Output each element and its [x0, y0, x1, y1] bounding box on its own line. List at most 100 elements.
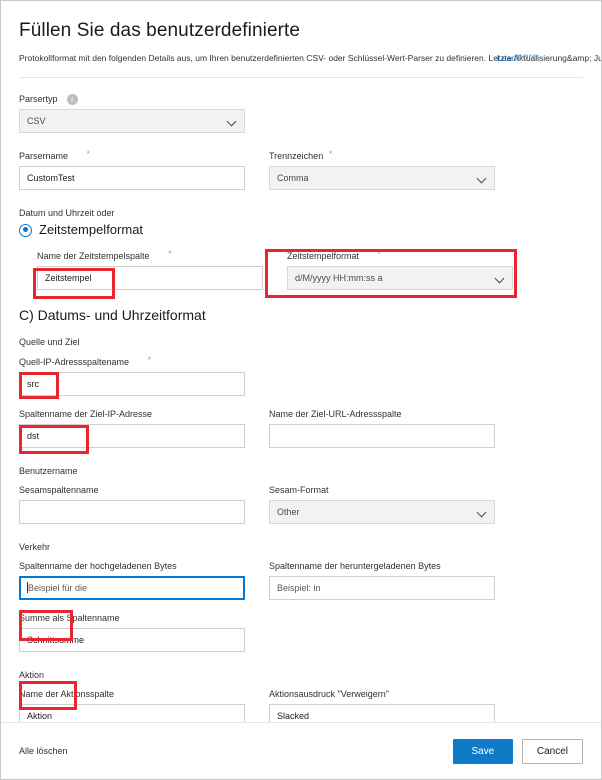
field-group-action-expression: Aktionsausdruck "Verweigern" Slacked: [269, 687, 495, 722]
label-parser-name: Parsername *: [19, 149, 245, 163]
parser-type-select[interactable]: CSV: [19, 109, 245, 133]
label-sesame-column: Sesamspaltenname: [19, 485, 99, 495]
sesame-format-value: Other: [277, 507, 300, 517]
panel: Füllen Sie das benutzerdefinierte Protok…: [1, 1, 601, 779]
spacer-col: [269, 611, 495, 652]
sum-column-value: Schnittsumme: [27, 635, 85, 645]
chevron-down-icon: [228, 117, 237, 126]
label-traffic-group: Verkehr: [19, 542, 51, 552]
field-group-timestamp-format: Zeitstempelformat * d/M/yyyy HH:mm:ss a: [287, 249, 513, 290]
field-group-dest-url: Name der Ziel-URL-Adressspalte: [269, 407, 495, 448]
spacer-col: [269, 92, 495, 133]
row-source-ip: Quell-IP-Adressspaltename * src: [19, 355, 583, 396]
field-group-source-ip: Quell-IP-Adressspaltename * src: [19, 355, 245, 396]
row-dest: Spaltenname der Ziel-IP-Adresse dst Name…: [19, 407, 583, 448]
timestamp-column-input[interactable]: Zeitstempel: [37, 266, 263, 290]
panel-body: Füllen Sie das benutzerdefinierte Protok…: [1, 1, 601, 722]
delimiter-value: Comma: [277, 173, 309, 183]
required-asterisk: *: [328, 149, 333, 159]
info-icon[interactable]: i: [66, 93, 78, 105]
save-button[interactable]: Save: [452, 738, 513, 764]
uploaded-bytes-input[interactable]: Beispiel für die: [19, 576, 245, 600]
label-action-column: Name der Aktionsspalte: [19, 689, 115, 699]
section-c-title: C) Datums- und Uhrzeitformat: [19, 307, 206, 323]
dest-ip-input[interactable]: dst: [19, 424, 245, 448]
chevron-down-icon: [496, 274, 505, 283]
downloaded-bytes-input[interactable]: Beispiel: in: [269, 576, 495, 600]
label-dest-ip: Spaltenname der Ziel-IP-Adresse: [19, 409, 153, 419]
action-expression-input[interactable]: Slacked: [269, 704, 495, 722]
label-action-expression: Aktionsausdruck "Verweigern": [269, 689, 389, 699]
label-uploaded-bytes: Spaltenname der hochgeladenen Bytes: [19, 561, 177, 571]
form: Parsertyp i CSV Parsername * CustomTest …: [19, 78, 583, 722]
label-downloaded-bytes: Spaltenname der heruntergeladenen Bytes: [269, 561, 441, 571]
label-sesame-format: Sesam-Format: [269, 485, 329, 495]
field-group-parser-type: Parsertyp i CSV: [19, 92, 245, 133]
label-parser-name-text: Parsername: [19, 151, 69, 161]
uploaded-bytes-placeholder: Beispiel für die: [28, 583, 88, 593]
row-traffic: Spaltenname der hochgeladenen Bytes Beis…: [19, 559, 583, 600]
field-group-sesame-column: Sesamspaltenname: [19, 483, 245, 524]
downloaded-bytes-placeholder: Beispiel: in: [277, 583, 321, 593]
label-parser-type: Parsertyp i: [19, 92, 245, 106]
custom-log-format-panel: Füllen Sie das benutzerdefinierte Protok…: [0, 0, 602, 780]
row-action: Name der Aktionsspalte Aktion Aktionsaus…: [19, 687, 583, 722]
label-action-group: Aktion: [19, 670, 45, 680]
field-group-uploaded-bytes: Spaltenname der hochgeladenen Bytes Beis…: [19, 559, 245, 600]
label-datetime-group: Datum und Uhrzeit oder: [19, 208, 115, 218]
clear-all-link[interactable]: Alle löschen: [19, 746, 68, 756]
delimiter-select[interactable]: Comma: [269, 166, 495, 190]
label-username-group: Benutzername: [19, 466, 78, 476]
source-ip-input[interactable]: src: [19, 372, 245, 396]
spacer-col: [269, 355, 495, 396]
row-sum-column: Summe als Spaltenname Schnittsumme: [19, 611, 583, 652]
label-timestamp-column-text: Name der Zeitstempelspalte: [37, 251, 150, 261]
sesame-column-input[interactable]: [19, 500, 245, 524]
field-group-sum-column: Summe als Spaltenname Schnittsumme: [19, 611, 245, 652]
label-delimiter: Trennzeichen *: [269, 149, 495, 163]
radio-icon: [19, 223, 32, 237]
learn-more-link[interactable]: more: [514, 51, 538, 64]
required-asterisk: *: [147, 355, 152, 365]
timestamp-format-radio-label: Zeitstempelformat: [39, 222, 144, 237]
required-asterisk: *: [86, 149, 91, 159]
action-column-value: Aktion: [27, 711, 53, 721]
action-column-input[interactable]: Aktion: [19, 704, 245, 722]
field-group-sesame-format: Sesam-Format Other: [269, 483, 495, 524]
label-dest-url: Name der Ziel-URL-Adressspalte: [269, 409, 402, 419]
panel-description-row: Protokollformat mit den folgenden Detail…: [19, 51, 601, 67]
field-group-action-column: Name der Aktionsspalte Aktion: [19, 687, 245, 722]
timestamp-format-select[interactable]: d/M/yyyy HH:mm:ss a: [287, 266, 513, 290]
label-delimiter-text: Trennzeichen: [269, 151, 324, 161]
parser-name-input[interactable]: CustomTest: [19, 166, 245, 190]
label-source-dest-group: Quelle und Ziel: [19, 337, 80, 347]
label-source-ip: Quell-IP-Adressspaltename *: [19, 355, 245, 369]
label-timestamp-format-text: Zeitstempelformat: [287, 251, 360, 261]
label-source-ip-text: Quell-IP-Adressspaltename: [19, 357, 130, 367]
field-group-delimiter: Trennzeichen * Comma: [269, 149, 495, 190]
required-asterisk: *: [377, 249, 382, 259]
label-timestamp-column: Name der Zeitstempelspalte *: [37, 249, 263, 263]
panel-header: Füllen Sie das benutzerdefinierte Protok…: [19, 1, 601, 78]
sum-column-input[interactable]: Schnittsumme: [19, 628, 245, 652]
label-parser-type-text: Parsertyp: [19, 94, 58, 104]
parser-type-value: CSV: [27, 116, 46, 126]
parser-name-value: CustomTest: [27, 173, 75, 183]
sesame-format-select[interactable]: Other: [269, 500, 495, 524]
timestamp-column-value: Zeitstempel: [45, 273, 92, 283]
row-parser-name: Parsername * CustomTest Trennzeichen * C…: [19, 149, 583, 190]
field-group-dest-ip: Spaltenname der Ziel-IP-Adresse dst: [19, 407, 245, 448]
label-sum-column: Summe als Spaltenname: [19, 613, 120, 623]
action-expression-value: Slacked: [277, 711, 310, 721]
dest-url-input[interactable]: [269, 424, 495, 448]
required-asterisk: *: [168, 249, 172, 259]
dest-ip-value: dst: [27, 431, 40, 441]
row-sesame: Sesamspaltenname Sesam-Format Other: [19, 483, 583, 524]
label-timestamp-format: Zeitstempelformat *: [287, 249, 513, 263]
source-ip-value: src: [27, 379, 39, 389]
panel-footer: Alle löschen Save Cancel: [1, 722, 601, 779]
chevron-down-icon: [478, 174, 487, 183]
timestamp-format-radio[interactable]: Zeitstempelformat: [19, 222, 583, 238]
cancel-button[interactable]: Cancel: [521, 738, 583, 764]
row-timestamp: Name der Zeitstempelspalte * Zeitstempel…: [19, 249, 583, 290]
